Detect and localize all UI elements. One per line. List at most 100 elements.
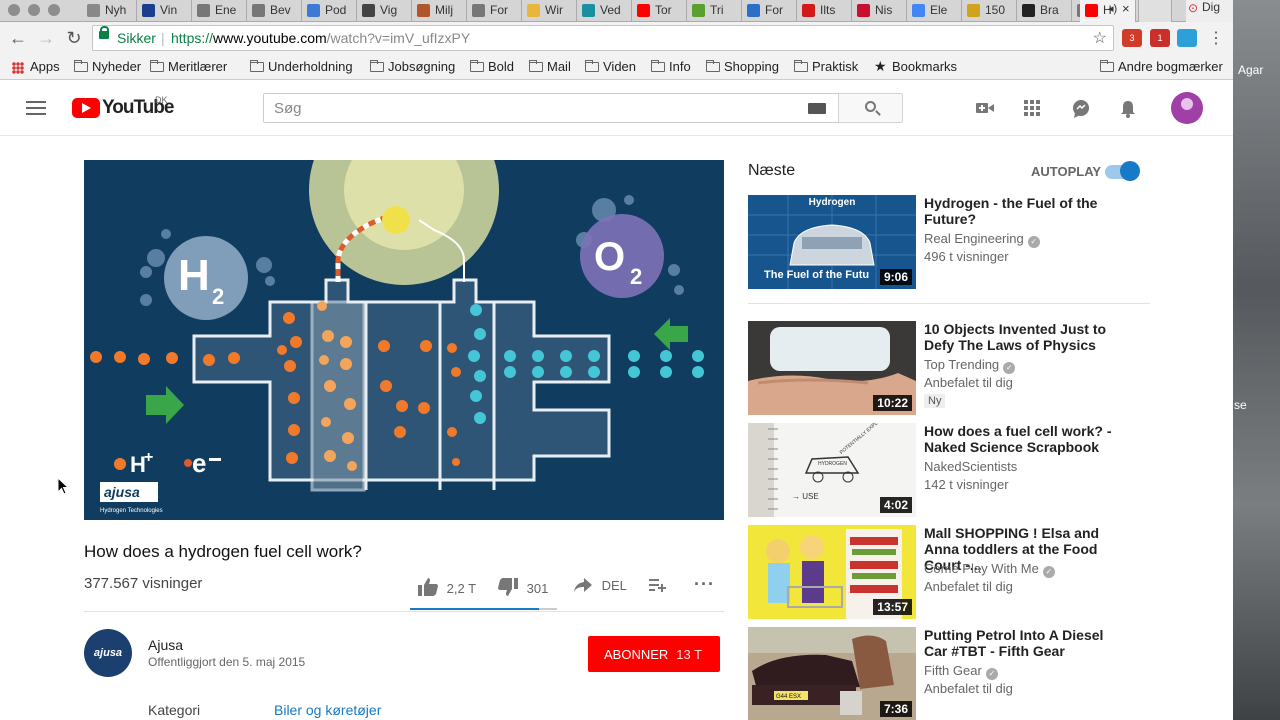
profile-tab[interactable]: ⊙ Dig — [1186, 0, 1233, 22]
share-button[interactable]: DEL — [574, 578, 627, 593]
menu-dots-icon[interactable]: ⋮ — [1208, 28, 1224, 48]
dislike-button[interactable]: 301 — [498, 578, 548, 596]
related-video[interactable]: G44 ESX 7:36 Putting Petrol Into A Diese… — [748, 627, 1168, 720]
bookmark-label: Nyheder — [92, 59, 142, 74]
extension-1-icon[interactable]: 3 — [1122, 29, 1142, 47]
channel-name[interactable]: Real Engineering ✓ — [924, 231, 1040, 248]
related-video[interactable]: 13:57 Mall SHOPPING ! Elsa and Anna todd… — [748, 525, 1168, 619]
messages-icon[interactable] — [1072, 100, 1090, 118]
related-video[interactable]: Hydrogen The Fuel of the Futu 9:06 Hydro… — [748, 195, 1168, 289]
bookmark-apps[interactable]: Apps — [12, 59, 60, 74]
browser-tab[interactable]: Milj — [412, 0, 467, 22]
extension-2-icon[interactable]: 1 — [1150, 29, 1170, 47]
bookmark-star-icon[interactable]: ☆ — [1093, 28, 1107, 48]
video-thumbnail[interactable]: 13:57 — [748, 525, 916, 619]
search-button[interactable] — [838, 93, 903, 123]
other-bookmarks[interactable]: Andre bogmærker — [1100, 59, 1223, 74]
browser-tab[interactable]: Nyh — [82, 0, 137, 22]
tab-favicon-icon — [802, 4, 815, 17]
channel-name[interactable]: Ajusa — [148, 637, 183, 653]
browser-tab[interactable]: For — [742, 0, 797, 22]
bookmark-folder[interactable]: Mail — [529, 59, 571, 74]
browser-tab[interactable]: Ved — [577, 0, 632, 22]
bookmark-folder[interactable]: Shopping — [706, 59, 779, 74]
folder-icon — [529, 60, 543, 72]
maximize-window-icon[interactable] — [48, 4, 60, 16]
browser-tab[interactable]: 150 — [962, 0, 1017, 22]
user-avatar[interactable] — [1171, 92, 1203, 124]
channel-name[interactable]: Come Play With Me ✓ — [924, 561, 1055, 578]
upload-video-icon[interactable] — [976, 100, 994, 116]
bookmark-folder[interactable]: Info — [651, 59, 691, 74]
keyboard-icon[interactable] — [808, 103, 826, 114]
folder-icon — [150, 60, 164, 72]
close-window-icon[interactable] — [8, 4, 20, 16]
related-video[interactable]: HYDROGEN POTENTIALLY EXPLOSIVE! → USE 4:… — [748, 423, 1168, 517]
like-button[interactable]: 2,2 T — [418, 578, 476, 596]
desktop-label[interactable]: Agar — [1238, 63, 1263, 77]
hamburger-menu-icon[interactable] — [26, 101, 46, 115]
add-to-playlist-button[interactable] — [649, 578, 667, 595]
desktop-label[interactable]: se — [1234, 398, 1247, 412]
video-title[interactable]: How does a fuel cell work? - Naked Scien… — [924, 423, 1124, 455]
tab-active[interactable]: H ◂) × — [1080, 0, 1136, 22]
new-tab-button[interactable] — [1138, 0, 1172, 22]
share-arrow-icon — [574, 578, 592, 592]
video-title[interactable]: Hydrogen - the Fuel of the Future? — [924, 195, 1124, 227]
video-thumbnail[interactable]: G44 ESX 7:36 — [748, 627, 916, 720]
browser-tab[interactable]: Pod — [302, 0, 357, 22]
search-icon — [865, 101, 876, 112]
browser-tab[interactable]: Wir — [522, 0, 577, 22]
more-actions-icon[interactable]: ··· — [694, 574, 715, 595]
reload-button[interactable]: ↻ — [63, 28, 85, 49]
video-title: How does a hydrogen fuel cell work? — [84, 542, 362, 561]
search-input[interactable]: Søg — [263, 93, 839, 123]
related-video[interactable]: 10:22 10 Objects Invented Just to Defy T… — [748, 321, 1168, 415]
apps-grid-icon[interactable] — [1024, 100, 1041, 117]
browser-tab[interactable]: Ele — [907, 0, 962, 22]
bookmark-folder[interactable]: Underholdning — [250, 59, 353, 74]
autoplay-toggle[interactable] — [1105, 161, 1140, 181]
browser-tab[interactable]: Nis — [852, 0, 907, 22]
browser-tab[interactable]: Vin — [137, 0, 192, 22]
browser-tab[interactable]: Bev — [247, 0, 302, 22]
channel-name[interactable]: NakedScientists — [924, 459, 1017, 474]
back-button[interactable]: ← — [7, 28, 29, 49]
video-thumbnail[interactable]: Hydrogen The Fuel of the Futu 9:06 — [748, 195, 916, 289]
browser-tab[interactable]: Tor — [632, 0, 687, 22]
channel-name[interactable]: Top Trending ✓ — [924, 357, 1016, 374]
bookmark-bookmarks[interactable]: ★ Bookmarks — [874, 58, 957, 74]
channel-name[interactable]: Fifth Gear ✓ — [924, 663, 998, 680]
subscribe-button[interactable]: ABONNER 13 T — [588, 636, 720, 672]
notifications-bell-icon[interactable] — [1120, 100, 1136, 118]
category-link[interactable]: Biler og køretøjer — [274, 702, 381, 718]
video-title[interactable]: Putting Petrol Into A Diesel Car #TBT - … — [924, 627, 1124, 659]
bookmark-folder[interactable]: Meritlærer — [150, 59, 227, 74]
speaker-icon: ◂) — [1108, 3, 1118, 15]
video-thumbnail[interactable]: HYDROGEN POTENTIALLY EXPLOSIVE! → USE 4:… — [748, 423, 916, 517]
address-bar[interactable]: Sikker | https://www.youtube.com/watch?v… — [92, 25, 1114, 51]
bookmark-folder[interactable]: Bold — [470, 59, 514, 74]
view-count: 377.567 visninger — [84, 575, 203, 592]
browser-tab[interactable]: Bra — [1017, 0, 1072, 22]
video-player[interactable]: H 2 O 2 H + e ajusa Hydrogen Technologie… — [84, 160, 724, 520]
plus-sign: + — [144, 449, 153, 466]
video-title[interactable]: 10 Objects Invented Just to Defy The Law… — [924, 321, 1124, 353]
bookmark-folder[interactable]: Viden — [585, 59, 636, 74]
browser-tab[interactable]: Tri — [687, 0, 742, 22]
bookmark-folder[interactable]: Jobsøgning — [370, 59, 455, 74]
browser-tab[interactable]: Ilts — [797, 0, 852, 22]
close-tab-icon[interactable]: × — [1122, 1, 1130, 16]
browser-tab[interactable]: Ene — [192, 0, 247, 22]
bookmark-folder[interactable]: Nyheder — [74, 59, 141, 74]
channel-avatar[interactable]: ajusa — [84, 629, 132, 677]
minimize-window-icon[interactable] — [28, 4, 40, 16]
video-thumbnail[interactable]: 10:22 — [748, 321, 916, 415]
thumbs-down-icon — [498, 578, 518, 596]
bookmark-folder[interactable]: Praktisk — [794, 59, 858, 74]
forward-button[interactable]: → — [35, 28, 57, 49]
browser-tab[interactable]: Vig — [357, 0, 412, 22]
youtube-logo-icon[interactable] — [72, 98, 100, 118]
extension-3-icon[interactable] — [1177, 29, 1197, 47]
browser-tab[interactable]: For — [467, 0, 522, 22]
